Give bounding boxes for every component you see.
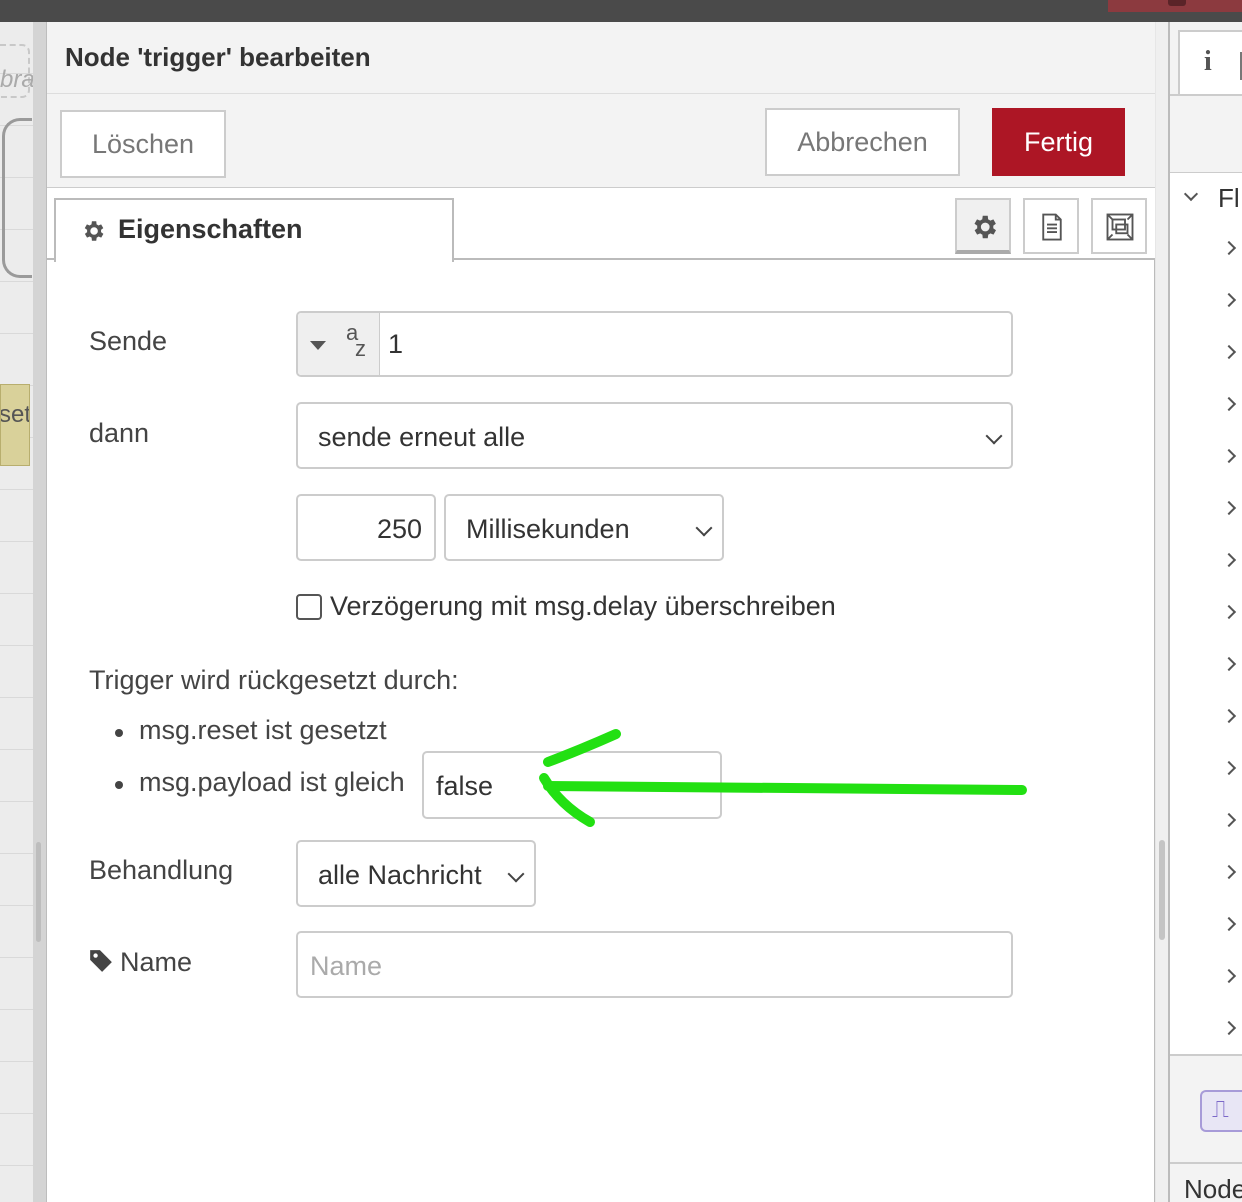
chevron-right-icon[interactable] [1221,552,1237,568]
send-typed-input[interactable]: az 1 [296,311,1013,377]
gear-icon [84,221,104,241]
interval-unit-select[interactable]: Millisekunden [444,494,724,561]
chevron-right-icon[interactable] [1221,292,1237,308]
reset-item-2: msg.payload ist gleich [139,767,405,797]
chevron-right-icon[interactable] [1221,812,1237,828]
wire [2,118,32,278]
then-select[interactable]: sende erneut alle [296,402,1013,469]
workspace-node[interactable]: set [0,384,30,466]
then-label: dann [89,418,150,448]
tab-appearance[interactable] [1091,198,1147,254]
reset-heading: Trigger wird rückgesetzt durch: [89,665,459,695]
caret-down-icon [310,341,326,350]
scrollbar-thumb[interactable] [36,842,41,942]
chevron-right-icon[interactable] [1221,1020,1237,1036]
chevron-right-icon[interactable] [1221,968,1237,984]
top-bar [0,0,1242,22]
override-delay-checkbox[interactable] [296,594,322,620]
document-icon [1042,213,1062,241]
node-section-label: Node [1184,1174,1242,1202]
then-selected: sende erneut alle [318,422,526,452]
flows-label: Fl [1218,183,1240,213]
chevron-right-icon[interactable] [1221,240,1237,256]
chevron-right-icon[interactable] [1221,864,1237,880]
reset-payload-value: false [436,771,494,801]
edit-tray: Node 'trigger' bearbeiten Löschen Abbrec… [47,22,1155,1202]
info-tree-panel: Fl [1170,172,1242,1056]
gear-icon [974,215,996,239]
tabs-row: Eigenschaften [47,188,1155,262]
workspace-node-label: set [0,401,30,428]
chevron-down-icon [695,519,713,537]
workspace-scrollbar[interactable] [33,22,47,1202]
chevron-right-icon[interactable] [1221,448,1237,464]
node-type-badge: ⎍ [1200,1090,1242,1132]
interval-input[interactable]: 250 [296,494,436,561]
send-value: 1 [388,329,404,359]
name-label: Name [120,947,193,977]
cancel-button[interactable]: Abbrechen [765,108,960,176]
tab-description[interactable] [1023,198,1079,254]
tab-properties[interactable]: Eigenschaften [54,198,454,262]
flow-tab-label: bra [0,66,35,93]
tag-icon [90,950,112,972]
right-sidebar: i Fl ⎍ Node [1168,22,1242,1202]
chevron-right-icon[interactable] [1221,708,1237,724]
handling-selected: alle Nachricht [318,860,482,890]
handling-label: Behandlung [89,855,234,885]
tab-properties-label: Eigenschaften [118,214,303,244]
reset-payload-input[interactable]: false [422,751,722,819]
tray-toolbar: Löschen Abbrechen Fertig [47,94,1155,188]
sidebar-tabline [1170,94,1242,96]
flow-tab[interactable]: bra [0,44,35,98]
send-label: Sende [89,326,168,356]
chevron-right-icon[interactable] [1221,604,1237,620]
name-input[interactable]: Name [296,931,1013,998]
tray-header: Node 'trigger' bearbeiten [47,22,1155,94]
done-button[interactable]: Fertig [992,108,1125,176]
chevron-right-icon[interactable] [1221,916,1237,932]
chevron-right-icon[interactable] [1221,396,1237,412]
chevron-right-icon[interactable] [1221,656,1237,672]
type-selector-button[interactable]: az [298,313,380,375]
workspace[interactable]: bra set [0,22,35,1202]
name-placeholder: Name [310,951,383,981]
handling-select[interactable]: alle Nachricht [296,840,536,907]
override-delay-label: Verzögerung mit msg.delay überschreiben [330,591,836,621]
bullet [115,729,123,737]
interval-value: 250 [376,514,422,544]
chevron-down-icon [985,427,1003,445]
string-az-icon: az [346,320,366,361]
deploy-icon [1168,0,1186,6]
bullet [115,781,123,789]
chevron-down-icon [507,865,525,883]
info-icon: i [1204,46,1212,77]
trigger-node-icon: ⎍ [1212,1096,1229,1123]
interval-unit: Millisekunden [466,514,630,544]
tray-title: Node 'trigger' bearbeiten [65,42,371,72]
info-tab[interactable]: i [1178,30,1242,96]
scrollbar-thumb[interactable] [1159,840,1165,940]
chevron-right-icon[interactable] [1221,760,1237,776]
chevron-right-icon[interactable] [1221,500,1237,516]
sidebar-divider [1170,1162,1242,1164]
appearance-icon [1106,213,1134,241]
chevron-right-icon[interactable] [1221,344,1237,360]
tray-scrollbar[interactable] [1156,22,1168,1202]
tab-settings-icon-button[interactable] [955,198,1011,254]
chevron-down-icon[interactable] [1183,186,1199,202]
reset-item-1: msg.reset ist gesetzt [139,715,387,745]
delete-button[interactable]: Löschen [60,110,226,178]
